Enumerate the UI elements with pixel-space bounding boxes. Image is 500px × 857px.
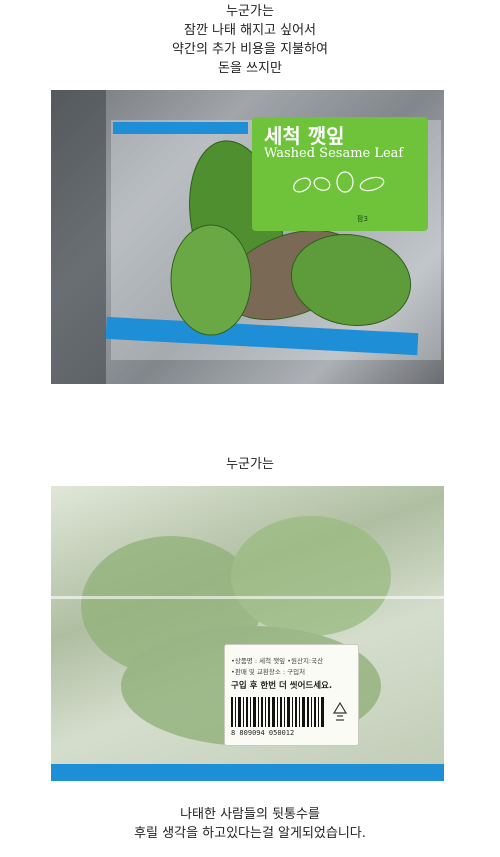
caption-line: 후릴 생각을 하고있다는걸 알게되었습니다. <box>134 826 366 841</box>
caption-line: 누군가는 <box>226 4 274 19</box>
package-title-english: Washed Sesame Leaf <box>264 146 404 161</box>
brand-mark: 팜3 <box>357 215 368 223</box>
barcode-icon <box>231 697 324 727</box>
caption-line: 잠깐 나태 해지고 싶어서 <box>184 23 316 38</box>
caption-line: 돈을 쓰지만 <box>218 61 282 76</box>
caption-line: 나태한 사람들의 뒷통수를 <box>180 807 320 822</box>
caption-bottom: 나태한 사람들의 뒷통수를 후릴 생각을 하고있다는걸 알게되었습니다. <box>0 805 500 843</box>
caption-line: 약간의 추가 비용을 지불하여 <box>172 42 328 57</box>
sticker-wash-notice: 구입 후 한번 더 씻어드세요. <box>231 681 333 691</box>
package-title-korean: 세척 깻잎 <box>264 124 345 148</box>
caption-middle: 누군가는 <box>226 457 274 472</box>
sticker-sales-place: •판매 및 교환장소 : 구입처 <box>231 668 306 676</box>
barcode-number: 8 809094 050012 <box>231 729 295 737</box>
caption-top: 누군가는 잠깐 나태 해지고 싶어서 약간의 추가 비용을 지불하여 돈을 쓰지… <box>0 2 500 78</box>
leaf-icons <box>293 171 385 193</box>
sticker-product-info: •상품명 : 세척 깻잎 •원산지:국산 <box>231 657 324 665</box>
recycle-icon <box>332 701 348 721</box>
